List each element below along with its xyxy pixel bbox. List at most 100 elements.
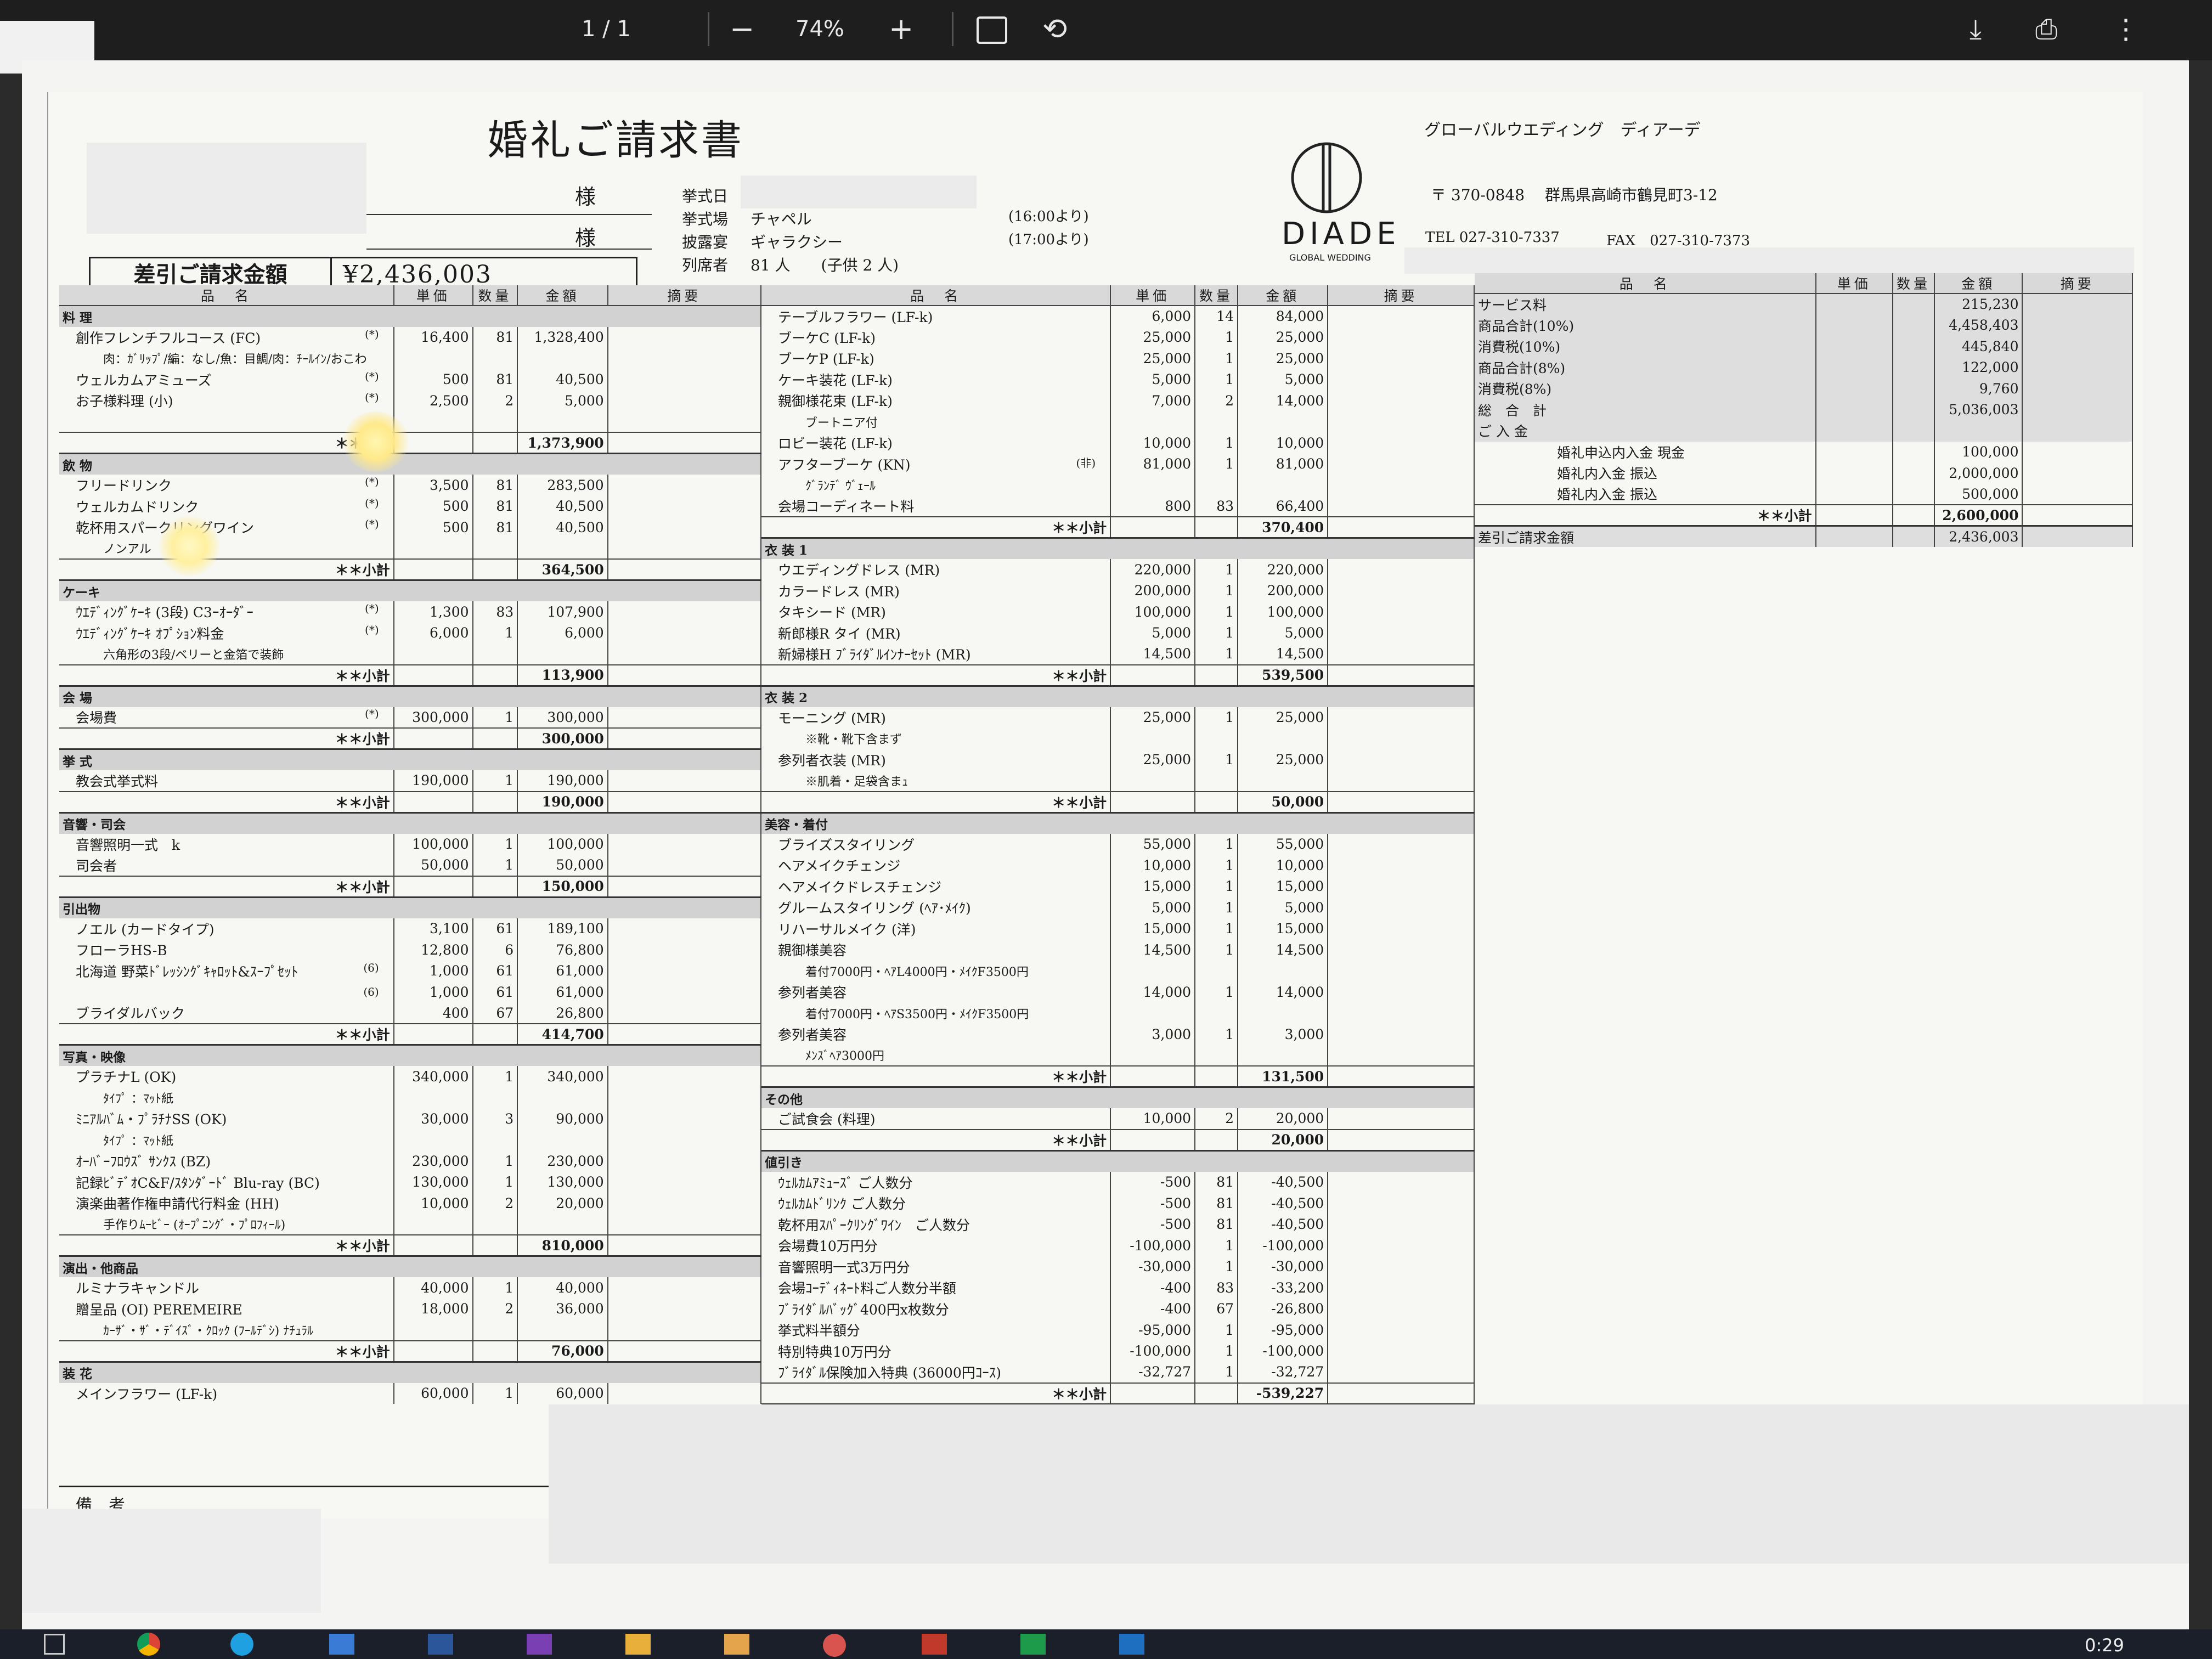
empty-cell [607, 1383, 762, 1404]
item-unit-price: 10,000 [1110, 432, 1196, 454]
line-item-row: 記録ﾋﾞﾃﾞｵC&F/ｽﾀﾝﾀﾞｰﾄﾞ Blu-ray (BC) 130,000 1… [59, 1171, 762, 1193]
item-unit-price: 1,300 [393, 601, 473, 623]
excel-icon[interactable] [1020, 1634, 1046, 1655]
info-value: 81 人 (子供 2 人) [751, 256, 899, 274]
item-name-cell: リハーサルメイク (洋) [761, 918, 1111, 939]
empty-cell [1328, 475, 1475, 496]
empty-cell [1110, 1065, 1196, 1088]
empty-cell [1195, 1002, 1239, 1024]
total-row: 差引ご請求金額 2,436,003 [1475, 526, 2133, 547]
print-button[interactable]: ⎙ [2035, 10, 2057, 48]
tax-mark: (*) [365, 391, 379, 404]
item-amount: 25,000 [1238, 348, 1329, 369]
subtotal-label: ＊＊小計 [59, 791, 394, 814]
item-note-row: ﾒﾝｽﾞﾍｱ3000円 [761, 1045, 1475, 1066]
empty-cell [1238, 770, 1329, 792]
empty-cell [607, 875, 762, 898]
empty-cell [607, 1340, 762, 1363]
item-note: ノンアル [59, 538, 394, 559]
taskbar-clock[interactable]: 0:29 [2085, 1635, 2124, 1656]
item-name: 婚礼内入金 振込 [1557, 466, 1657, 482]
item-quantity: 81 [472, 369, 518, 390]
zoom-in-button[interactable]: + [889, 10, 913, 48]
total-label: 消費税(10%) [1475, 336, 1816, 357]
app-icon[interactable] [1119, 1634, 1144, 1655]
more-options-button[interactable]: ⋮ [2112, 10, 2140, 48]
empty-cell [2022, 526, 2133, 547]
item-name: ロビー装花 (LF-k) [778, 436, 893, 452]
zoom-level[interactable]: 74% [795, 10, 844, 48]
empty-cell [517, 1319, 608, 1341]
info-label: 列席者 [682, 256, 729, 274]
item-name: ﾐﾆｱﾙﾊﾞﾑ・ﾌﾟﾗﾁﾅSS (OK) [76, 1111, 227, 1128]
tax-mark: (*) [365, 517, 379, 531]
explorer-icon[interactable] [625, 1634, 651, 1655]
section-title: 引出物 [59, 897, 761, 918]
chrome-icon[interactable] [137, 1633, 160, 1656]
empty-cell [1328, 728, 1475, 749]
item-unit-price: -500 [1110, 1214, 1196, 1235]
item-quantity: 1 [1195, 1362, 1239, 1383]
redacted-date [741, 176, 977, 208]
empty-cell [2022, 504, 2133, 527]
redacted-customer-name [87, 143, 366, 234]
zoom-out-button[interactable]: − [730, 10, 754, 48]
item-name-cell: フローラHS-B [59, 939, 394, 961]
empty-cell [1328, 1298, 1475, 1319]
subtotal-row: ＊＊小計 50,000 [761, 791, 1475, 814]
item-amount: 6,000 [517, 622, 608, 644]
line-item-row: 会場ｺｰﾃﾞｨﾈｰﾄ料ご人数分半額 -400 83 -33,200 [761, 1277, 1475, 1299]
item-amount: 81,000 [1238, 453, 1329, 475]
item-unit-price: 2,500 [393, 390, 473, 411]
item-unit-price: 81,000 [1110, 453, 1196, 475]
item-unit-price: 16,400 [393, 326, 473, 348]
item-name-cell: ｳｴﾃﾞｨﾝｸﾞｹｰｷ ｵﾌﾟｼｮﾝ料金 (*) [59, 622, 394, 644]
item-name: ブーケC (LF-k) [778, 330, 876, 346]
page-indicator[interactable]: 1 / 1 [582, 10, 631, 48]
item-unit-price: 220,000 [1110, 559, 1196, 580]
onenote-icon[interactable] [527, 1634, 552, 1655]
item-unit-price: 18,000 [393, 1298, 473, 1319]
taskbar: 0:29 [0, 1629, 2212, 1659]
subtotal-row: ＊＊小計 2,600,000 [1475, 504, 2133, 527]
word-icon[interactable] [428, 1634, 453, 1655]
item-unit-price: 25,000 [1110, 348, 1196, 369]
item-quantity: 1 [1195, 707, 1239, 728]
item-unit-price: 1,000 [393, 960, 473, 981]
empty-cell [1328, 939, 1475, 961]
empty-cell [472, 1234, 518, 1257]
item-quantity: 1 [472, 622, 518, 644]
app-icon[interactable] [922, 1634, 947, 1655]
item-name: ブーケP (LF-k) [778, 351, 874, 368]
item-amount: 5,000 [1238, 622, 1329, 644]
item-note-row: ﾀｲﾌﾟ ：ﾏｯﾄ紙 [59, 1087, 762, 1108]
edge-icon[interactable] [230, 1633, 253, 1656]
item-amount: 60,000 [517, 1383, 608, 1404]
app-icon[interactable] [823, 1634, 846, 1657]
empty-cell [1892, 399, 1936, 420]
empty-cell [1328, 1362, 1475, 1383]
section-title: ケーキ [59, 580, 761, 601]
empty-cell [1328, 1128, 1475, 1152]
line-item-row: ｳｴﾃﾞｨﾝｸﾞｹｰｷ ｵﾌﾟｼｮﾝ料金 (*) 6,000 1 6,000 [59, 622, 762, 644]
item-amount: 26,800 [517, 1002, 608, 1024]
mail-icon[interactable] [329, 1634, 354, 1655]
item-name: 参列者美容 [778, 985, 847, 1001]
rotate-button[interactable]: ⟲ [1042, 10, 1067, 48]
redacted-area [1404, 247, 2134, 274]
info-time: (16:00より) [1008, 208, 1089, 225]
task-view-icon[interactable] [44, 1634, 65, 1655]
folder-icon[interactable] [724, 1634, 749, 1655]
empty-cell [59, 411, 394, 432]
item-unit-price: -400 [1110, 1277, 1196, 1299]
item-amount: 61,000 [517, 981, 608, 1003]
line-item-row: ルミナラキャンドル 40,000 1 40,000 [59, 1277, 762, 1299]
empty-cell [1328, 1214, 1475, 1235]
empty-cell [607, 833, 762, 855]
item-quantity: 81 [1195, 1193, 1239, 1214]
download-button[interactable]: ⤓ [1970, 10, 1982, 48]
info-value: チャペル [751, 210, 812, 228]
item-note-row: ｸﾞﾗﾝﾃﾞ ｳﾞｪｰﾙ [761, 475, 1475, 496]
fit-page-button[interactable] [977, 10, 1007, 48]
line-item-row: 特別特典10万円分 -100,000 1 -100,000 [761, 1340, 1475, 1362]
